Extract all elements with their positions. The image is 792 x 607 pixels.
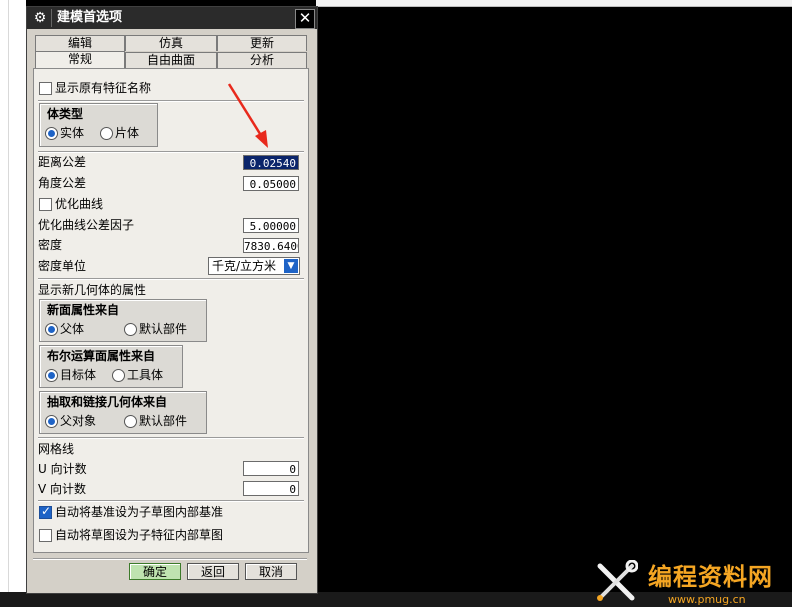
watermark-url: www.pmug.cn [668, 593, 746, 606]
annotation-arrow [227, 83, 268, 148]
tools-icon [597, 560, 638, 601]
watermark-title: 编程资料网 [648, 563, 773, 591]
